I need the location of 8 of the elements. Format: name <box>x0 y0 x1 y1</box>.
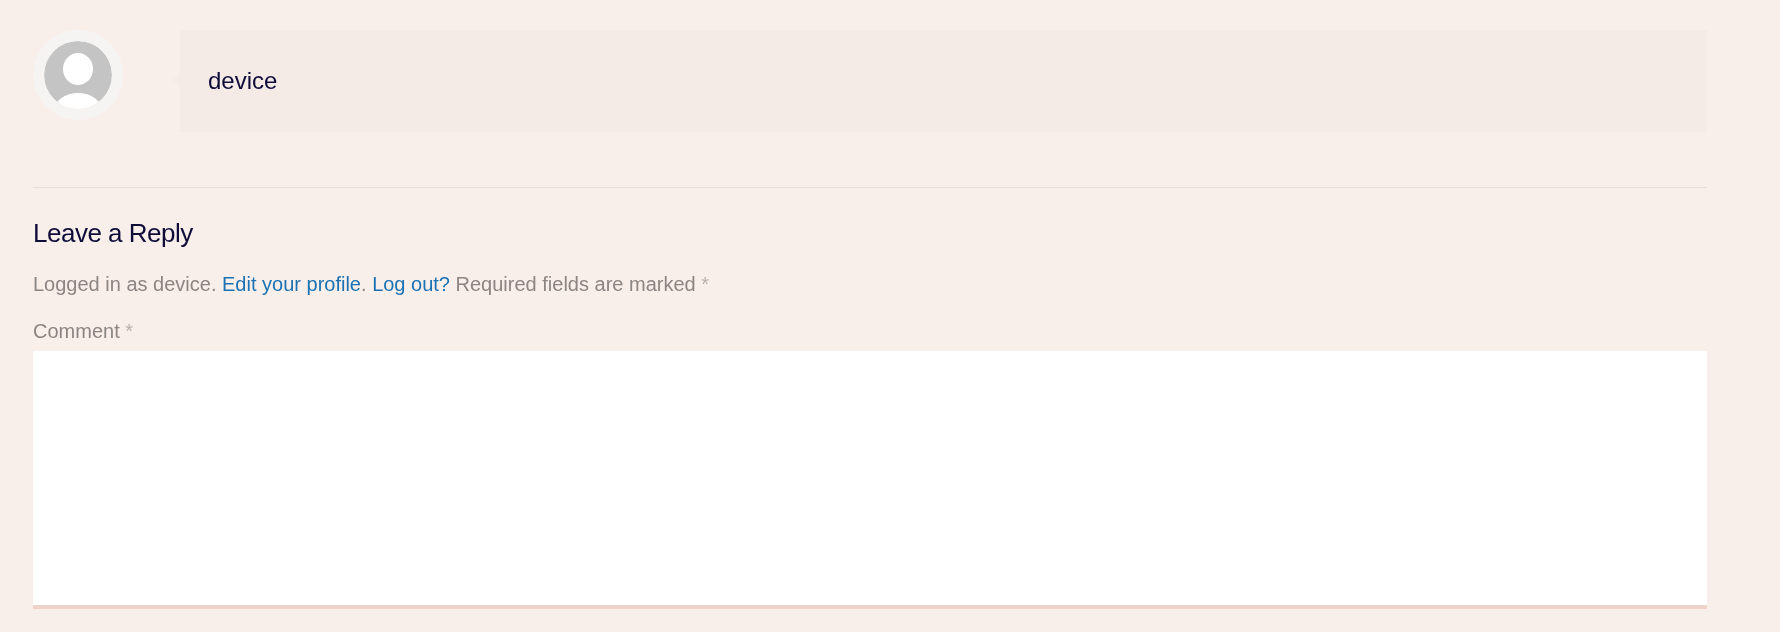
comment-label: Comment * <box>33 320 134 343</box>
comment-field[interactable] <box>33 351 1707 609</box>
reply-heading: Leave a Reply <box>33 218 194 249</box>
user-icon <box>44 41 112 109</box>
edit-profile-link[interactable]: Edit your profile <box>222 273 361 295</box>
comment-author: device <box>208 67 278 95</box>
logout-link[interactable]: Log out? <box>372 273 450 295</box>
login-note: Logged in as device. Edit your profile. Log out? Required fields are marked * <box>33 273 711 296</box>
